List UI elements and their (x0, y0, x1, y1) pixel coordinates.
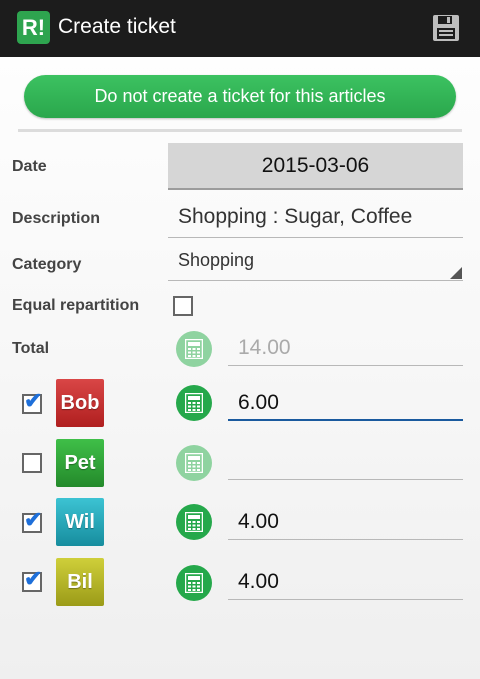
category-select[interactable]: Shopping (168, 250, 463, 281)
date-picker-button[interactable]: 2015-03-06 (168, 143, 463, 190)
calculator-icon[interactable] (176, 331, 212, 367)
save-icon[interactable] (432, 14, 460, 42)
description-label: Description (12, 210, 101, 227)
participant-checkbox-pet[interactable] (22, 453, 42, 473)
date-label: Date (12, 158, 47, 175)
total-amount-field: 14.00 (228, 332, 463, 366)
participant-checkbox-bil[interactable]: ✔ (22, 566, 42, 592)
do-not-create-ticket-button[interactable]: Do not create a ticket for this articles (24, 75, 456, 118)
amount-input-bil[interactable]: 4.00 (228, 566, 463, 600)
app-bar: R! Create ticket (0, 0, 480, 57)
calculator-icon[interactable] (176, 565, 212, 601)
avatar-pet: Pet (56, 439, 104, 487)
equal-repartition-checkbox[interactable] (173, 296, 193, 316)
calculator-icon[interactable] (176, 385, 212, 421)
avatar-bob: Bob (56, 379, 104, 427)
category-label: Category (12, 256, 82, 273)
avatar-bil: Bil (56, 558, 104, 606)
divider (18, 129, 462, 132)
total-label: Total (12, 340, 50, 357)
dropdown-arrow-icon (450, 267, 462, 279)
app-logo: R! (17, 11, 50, 44)
description-input[interactable]: Shopping : Sugar, Coffee (168, 205, 463, 238)
participant-checkbox-bob[interactable]: ✔ (22, 388, 42, 414)
page-title: Create ticket (58, 15, 176, 38)
checkmark-icon: ✔ (24, 388, 43, 413)
amount-input-wil[interactable]: 4.00 (228, 506, 463, 540)
avatar-wil: Wil (56, 498, 104, 546)
checkmark-icon: ✔ (24, 566, 43, 591)
category-value: Shopping (178, 250, 255, 270)
amount-input-pet[interactable] (228, 446, 463, 480)
checkmark-icon: ✔ (24, 507, 43, 532)
equal-repartition-label: Equal repartition (12, 297, 140, 314)
calculator-icon[interactable] (176, 504, 212, 540)
participant-checkbox-wil[interactable]: ✔ (22, 507, 42, 533)
calculator-icon[interactable] (176, 445, 212, 481)
amount-input-bob[interactable]: 6.00 (228, 387, 463, 421)
